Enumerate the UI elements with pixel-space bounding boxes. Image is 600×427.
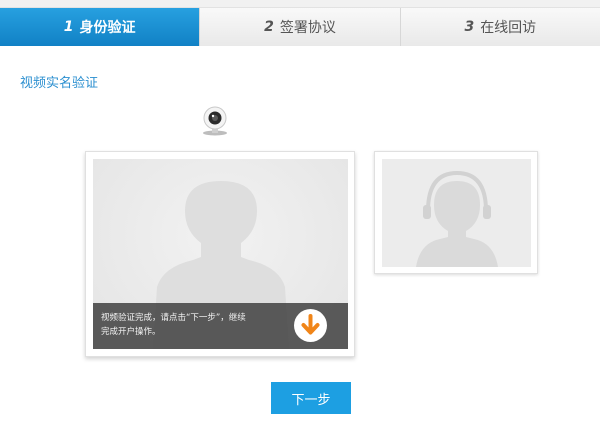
status-message: 视频验证完成，请点击“下一步”，继续 完成开户操作。 — [101, 311, 291, 339]
step-number: 1 — [63, 19, 74, 35]
section-title: 视频实名验证 — [20, 76, 99, 91]
agent-headset-icon — [416, 170, 498, 267]
download-button[interactable] — [294, 309, 327, 342]
top-bar — [0, 0, 600, 8]
step-identity: 1 身份验证 — [0, 8, 200, 46]
step-callback: 3 在线回访 — [399, 8, 600, 46]
next-step-button[interactable]: 下一步 — [271, 382, 351, 414]
step-number: 3 — [464, 19, 475, 35]
step-label: 身份验证 — [79, 20, 136, 36]
local-video-view: 视频验证完成，请点击“下一步”，继续 完成开户操作。 — [93, 159, 348, 349]
step-progress: 1 身份验证 2 签署协议 3 在线回访 — [0, 8, 600, 46]
step-number: 2 — [264, 19, 274, 35]
step-label: 签署协议 — [279, 20, 336, 36]
local-video-frame: 视频验证完成，请点击“下一步”，继续 完成开户操作。 — [85, 151, 355, 357]
status-line: 视频验证完成，请点击“下一步”，继续 — [101, 313, 246, 323]
webcam-icon — [199, 106, 231, 136]
status-overlay: 视频验证完成，请点击“下一步”，继续 完成开户操作。 — [93, 303, 348, 349]
remote-video-frame — [374, 151, 538, 274]
remote-video-view — [382, 159, 531, 267]
step-label: 在线回访 — [480, 20, 537, 36]
step-sign: 2 签署协议 — [199, 8, 400, 46]
status-line: 完成开户操作。 — [101, 327, 161, 337]
arrow-down-icon — [301, 314, 320, 335]
